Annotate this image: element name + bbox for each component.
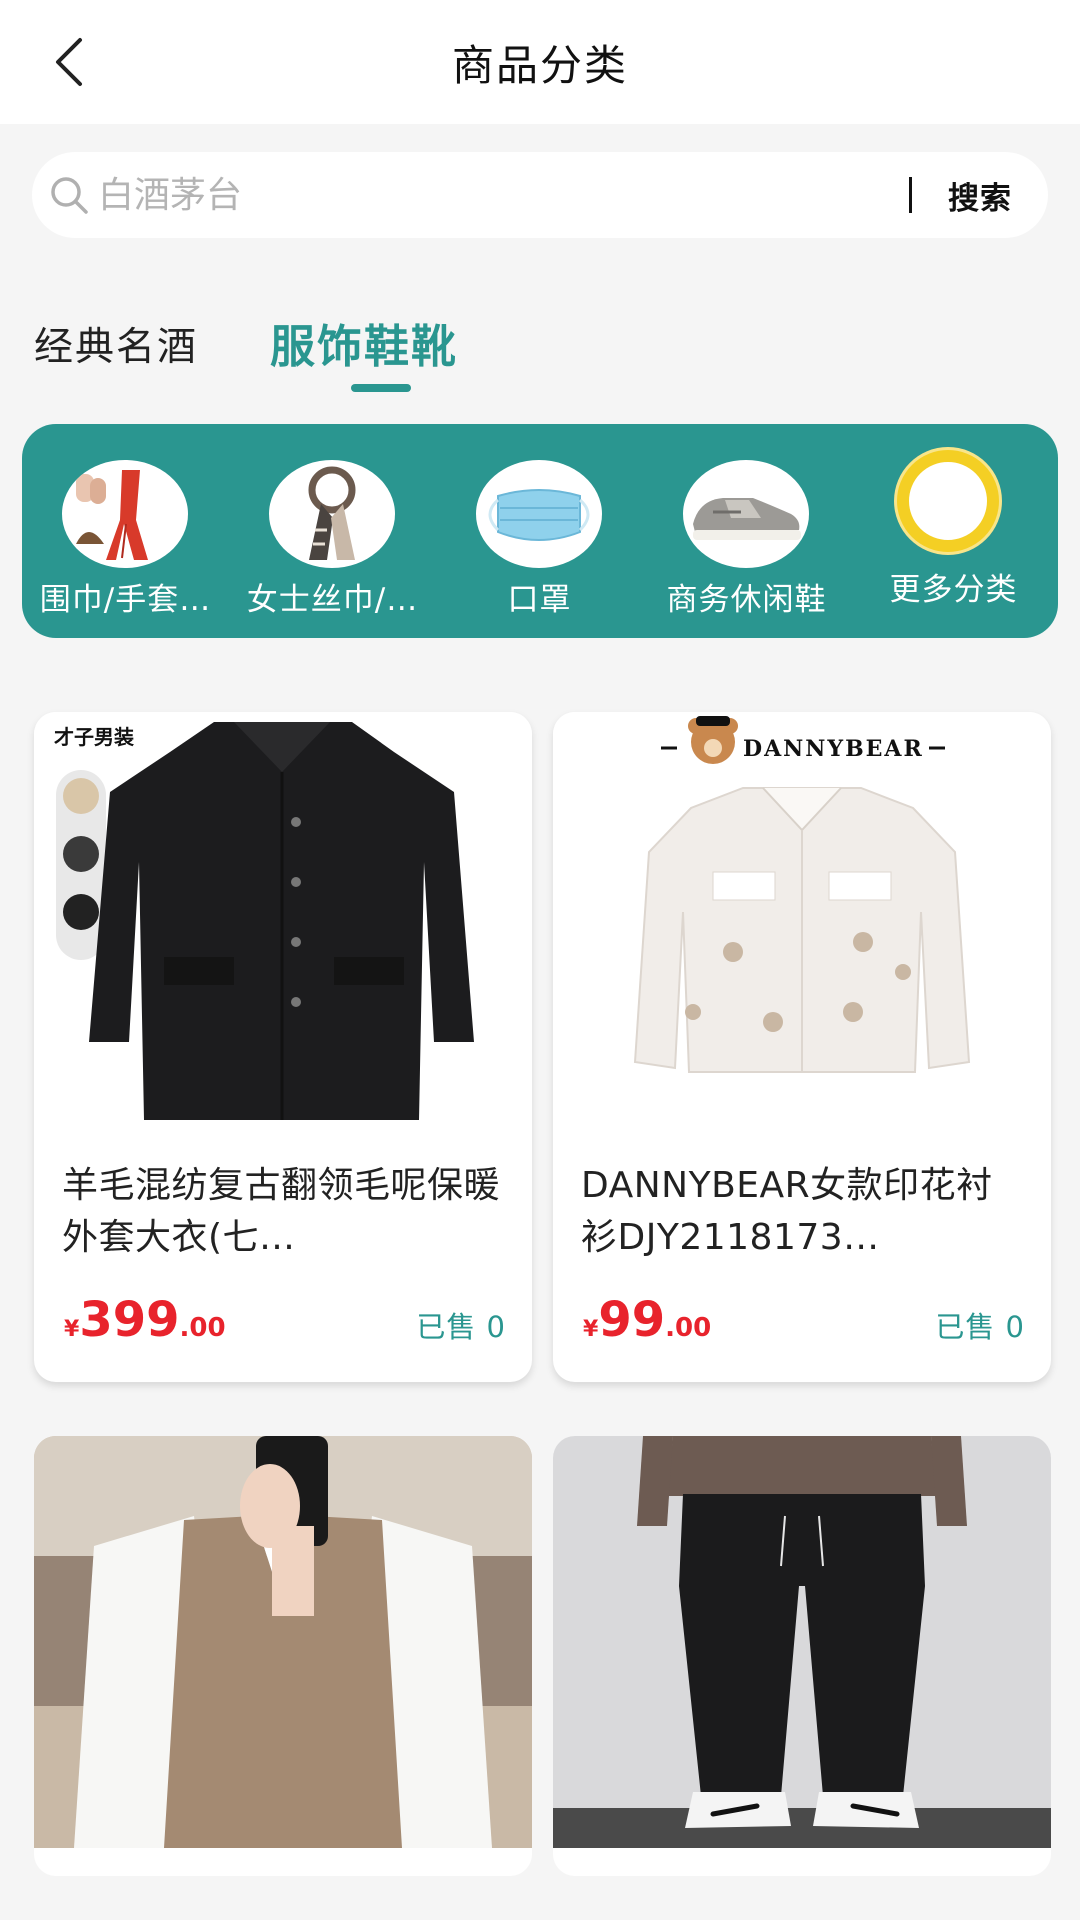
- product-title: 羊毛混纺复古翻领毛呢保暖外套大衣(七…: [62, 1165, 501, 1258]
- category-label: 女士丝巾/…: [246, 582, 419, 618]
- sold-count: 已售 0: [935, 1310, 1025, 1344]
- svg-text:才子男装: 才子男装: [54, 725, 134, 749]
- category-label: 更多分类: [889, 572, 1018, 608]
- silk-scarf-image: [269, 460, 395, 568]
- currency-symbol: ¥: [583, 1317, 599, 1342]
- product-card[interactable]: 才子男装 羊毛混纺复古翻领毛呢保暖外套大衣(七… ¥399.00 已售 0: [34, 712, 532, 1382]
- price-integer: 99: [598, 1292, 666, 1348]
- chevron-left-icon: [56, 38, 82, 86]
- tab-classic-liquor[interactable]: 经典名酒: [34, 316, 198, 372]
- product-price: ¥99.00: [583, 1292, 711, 1348]
- product-image-print-shirt: DANNYBEAR: [553, 712, 1051, 1120]
- product-image-knit-vest: [34, 1436, 532, 1848]
- search-button[interactable]: 搜索: [948, 173, 1012, 218]
- category-tabs: 经典名酒 服饰鞋靴: [0, 300, 1080, 400]
- price-integer: 399: [79, 1292, 180, 1348]
- sneaker-image: [683, 460, 809, 568]
- category-casual-shoes[interactable]: 商务休闲鞋: [643, 424, 850, 638]
- price-decimal: .00: [179, 1313, 226, 1343]
- category-label: 商务休闲鞋: [666, 582, 827, 618]
- currency-symbol: ¥: [64, 1317, 80, 1342]
- svg-text:DANNYBEAR: DANNYBEAR: [743, 736, 924, 762]
- category-more[interactable]: 更多分类: [850, 424, 1057, 638]
- active-tab-indicator: [351, 384, 411, 392]
- product-image-wool-coat: 才子男装: [34, 712, 532, 1120]
- search-icon: [46, 172, 92, 218]
- search-bar: 搜索: [32, 152, 1048, 238]
- sold-count: 已售 0: [416, 1310, 506, 1344]
- subcategory-bar: 围巾/手套… 女士丝巾/… 口罩 商务休闲鞋 更多分类: [22, 424, 1058, 638]
- search-input[interactable]: [98, 174, 909, 216]
- top-bar: 商品分类: [0, 0, 1080, 124]
- product-image-jogger-pants: [553, 1436, 1051, 1848]
- back-button[interactable]: [40, 32, 100, 92]
- category-silk-scarf[interactable]: 女士丝巾/…: [229, 424, 436, 638]
- product-price: ¥399.00: [64, 1292, 226, 1348]
- product-card[interactable]: [553, 1436, 1051, 1876]
- page-title: 商品分类: [451, 40, 628, 90]
- category-label: 口罩: [507, 582, 572, 618]
- scarf-gloves-image: [62, 460, 188, 568]
- face-mask-image: [476, 460, 602, 568]
- price-decimal: .00: [665, 1313, 712, 1343]
- search-divider: [909, 177, 912, 213]
- product-card[interactable]: [34, 1436, 532, 1876]
- category-label: 围巾/手套…: [39, 582, 212, 618]
- more-ring-icon: [897, 450, 999, 552]
- tab-apparel-shoes[interactable]: 服饰鞋靴: [270, 310, 458, 375]
- product-title: DANNYBEAR女款印花衬衫DJY2118173…: [581, 1165, 993, 1258]
- category-scarf-gloves[interactable]: 围巾/手套…: [22, 424, 229, 638]
- product-card[interactable]: DANNYBEAR DANNYBEAR女款印花衬衫DJY2118173… ¥99…: [553, 712, 1051, 1382]
- category-face-mask[interactable]: 口罩: [436, 424, 643, 638]
